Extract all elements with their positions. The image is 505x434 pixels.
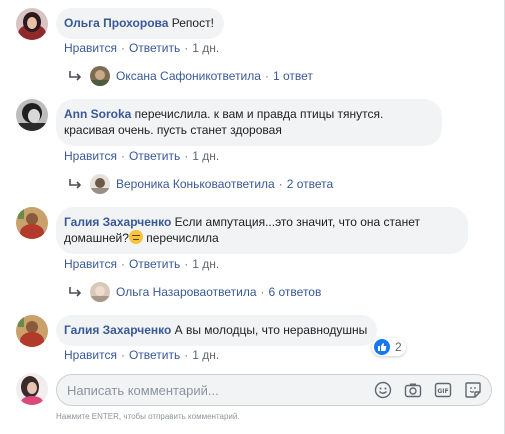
reply-link[interactable]: Ответить (129, 41, 180, 55)
like-link[interactable]: Нравится (64, 257, 117, 271)
reply-author: Оксана Сафоник (116, 69, 211, 83)
reply-verb: ответила (224, 177, 275, 191)
reply-count: 1 ответ (272, 69, 313, 83)
comment-actions: Нравится · Ответить · 1 дн. (64, 348, 219, 362)
separator: · (120, 348, 125, 362)
separator: · (184, 149, 189, 163)
reaction-count[interactable]: 2 (372, 338, 406, 356)
comment-actions: Нравится · Ответить · 1 дн. (64, 257, 219, 271)
disappointed-face-emoji (128, 230, 143, 244)
avatar[interactable] (16, 99, 48, 131)
comment-text: перечислила. к вам и правда птицы тянутс… (131, 107, 384, 121)
comment-bubble: Ольга Прохорова Репост! (56, 8, 224, 39)
comment-actions: Нравится · Ответить · 1 дн. (64, 41, 219, 55)
replies-summary[interactable]: Ольга Назарова ответила · 6 ответов (68, 282, 321, 302)
like-link[interactable]: Нравится (64, 348, 117, 362)
separator: · (278, 177, 283, 191)
comment-bubble: Галия Захарченко Если ампутация...это зн… (56, 207, 468, 254)
separator: · (120, 149, 125, 163)
comment-author[interactable]: Галия Захарченко (64, 323, 171, 337)
reply-count: 6 ответов (268, 285, 322, 299)
reply-count: 2 ответа (286, 177, 334, 191)
comment-composer: GIF (56, 374, 492, 406)
separator: · (184, 348, 189, 362)
sticker-icon[interactable] (463, 380, 483, 400)
comment-author[interactable]: Галия Захарченко (64, 215, 171, 229)
avatar[interactable] (16, 207, 48, 239)
timestamp[interactable]: 1 дн. (192, 257, 219, 271)
comment-text: Репост! (168, 16, 214, 30)
svg-text:GIF: GIF (437, 388, 448, 395)
like-icon (374, 339, 390, 355)
timestamp[interactable]: 1 дн. (192, 149, 219, 163)
reply-author: Вероника Конькова (116, 177, 225, 191)
composer-hint: Нажмите ENTER, чтобы отправить комментар… (56, 412, 240, 421)
emoji-icon[interactable] (373, 380, 393, 400)
reply-verb: ответила (206, 285, 257, 299)
comment-bubble: Галия Захарченко А вы молодцы, что нерав… (56, 315, 378, 346)
comment-text: домашней? (64, 231, 129, 245)
comment-text: А вы молодцы, что неравнодушны (171, 323, 368, 337)
separator: · (184, 41, 189, 55)
separator: · (260, 285, 265, 299)
comment-text: перечислила (142, 231, 219, 245)
reply-avatar (90, 174, 110, 194)
reaction-number: 2 (395, 340, 402, 354)
reply-arrow-icon (69, 287, 82, 297)
reply-link[interactable]: Ответить (129, 348, 180, 362)
like-link[interactable]: Нравится (64, 149, 117, 163)
timestamp[interactable]: 1 дн. (192, 348, 219, 362)
avatar[interactable] (16, 315, 48, 347)
separator: · (184, 257, 189, 271)
comment-text: красивая очень. пусть станет здоровая (64, 123, 282, 137)
separator: · (264, 69, 269, 83)
reply-link[interactable]: Ответить (129, 149, 180, 163)
reply-arrow-icon (69, 179, 82, 189)
reply-avatar (90, 282, 110, 302)
comment-actions: Нравится · Ответить · 1 дн. (64, 149, 219, 163)
like-link[interactable]: Нравится (64, 41, 117, 55)
separator: · (120, 257, 125, 271)
comment-author[interactable]: Ольга Прохорова (64, 16, 168, 30)
separator: · (120, 41, 125, 55)
replies-summary[interactable]: Оксана Сафоник ответила · 1 ответ (68, 66, 313, 86)
camera-icon[interactable] (403, 380, 423, 400)
reply-author: Ольга Назарова (116, 285, 207, 299)
avatar[interactable] (16, 8, 48, 40)
comment-input[interactable] (67, 375, 367, 405)
current-user-avatar[interactable] (16, 373, 48, 405)
timestamp[interactable]: 1 дн. (192, 41, 219, 55)
replies-summary[interactable]: Вероника Конькова ответила · 2 ответа (68, 174, 333, 194)
comment-text: Если ампутация...это значит, что она ста… (171, 215, 420, 229)
reply-avatar (90, 66, 110, 86)
reply-link[interactable]: Ответить (129, 257, 180, 271)
composer-toolbar: GIF (363, 380, 483, 400)
comment-author[interactable]: Ann Soroka (64, 107, 131, 121)
reply-arrow-icon (69, 71, 82, 81)
comment-bubble: Ann Soroka перечислила. к вам и правда п… (56, 99, 442, 146)
gif-icon[interactable]: GIF (433, 380, 453, 400)
reply-verb: ответила (210, 69, 261, 83)
